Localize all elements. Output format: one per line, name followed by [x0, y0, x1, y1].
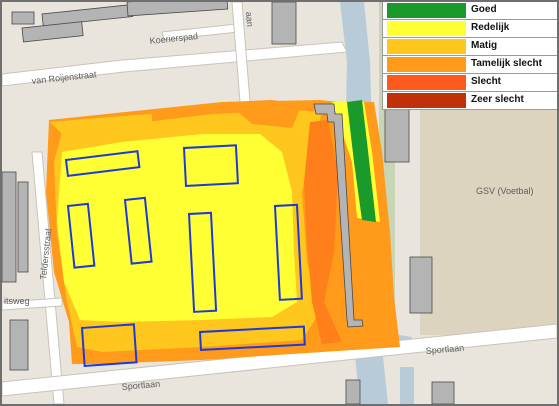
street-label-aan: aan — [244, 11, 255, 27]
legend-label: Slecht — [471, 76, 502, 87]
legend-item: Goed — [383, 2, 557, 19]
legend: Goed Redelijk Matig Tamelijk slecht Slec… — [382, 2, 557, 110]
legend-item: Redelijk — [383, 19, 557, 37]
legend-swatch — [387, 3, 466, 18]
legend-item: Tamelijk slecht — [383, 55, 557, 73]
legend-swatch — [387, 57, 466, 72]
legend-swatch — [387, 39, 466, 54]
legend-item: Slecht — [383, 73, 557, 91]
legend-label: Zeer slecht — [471, 94, 524, 105]
legend-label: Redelijk — [471, 22, 510, 33]
map-frame: Koerierspad van Roijenstraat Teldersstra… — [0, 0, 559, 406]
legend-label: Goed — [471, 4, 497, 15]
canal-bottom — [400, 367, 414, 404]
legend-swatch — [387, 93, 466, 108]
legend-item: Matig — [383, 37, 557, 55]
legend-item: Zeer slecht — [383, 91, 557, 109]
street-label-sweg: itsweg — [4, 296, 30, 306]
poi-label-gsv: GSV (Voetbal) — [476, 186, 534, 196]
legend-label: Matig — [471, 40, 498, 51]
sports-field — [420, 102, 557, 335]
legend-label: Tamelijk slecht — [471, 58, 542, 69]
legend-swatch — [387, 75, 466, 90]
legend-swatch — [387, 21, 466, 36]
